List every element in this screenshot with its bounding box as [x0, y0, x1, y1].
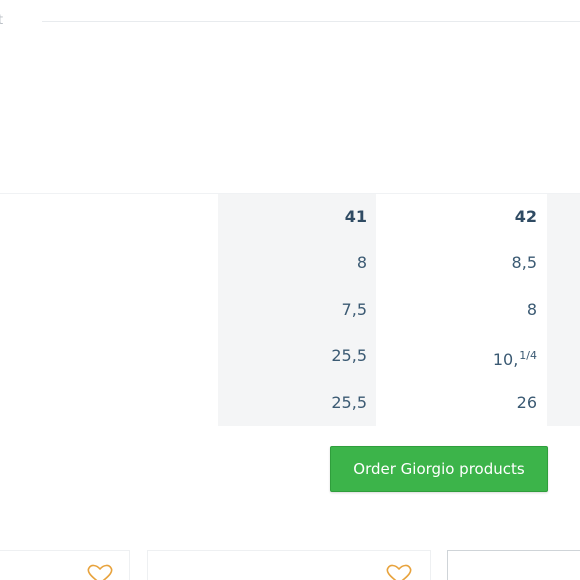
- table-cell: 7,5: [341, 299, 367, 319]
- tab-underline: [42, 21, 580, 22]
- table-cell: 10,1/4: [376, 333, 537, 379]
- table-cell: 26: [516, 392, 537, 412]
- column-header-42: 42: [514, 207, 537, 226]
- page: t 41 42 8 8,5 7,5 8 25,5 10,1/4 25,5 26 …: [0, 0, 580, 580]
- column-header-41: 41: [344, 207, 367, 226]
- table-cell: 25,5: [331, 346, 367, 366]
- product-card[interactable]: [147, 550, 431, 580]
- cell-value: 10,: [492, 350, 519, 370]
- table-cell: 8: [526, 299, 537, 319]
- tab-label[interactable]: t: [0, 13, 3, 28]
- table-row: 25,5 10,1/4: [0, 333, 580, 379]
- table-row: 25,5 26: [0, 380, 580, 426]
- order-products-button[interactable]: Order Giorgio products: [330, 446, 548, 492]
- table-row: 7,5 8: [0, 287, 580, 333]
- cell-fraction: 1/4: [519, 349, 537, 363]
- product-card[interactable]: [0, 550, 130, 580]
- size-table: 41 42 8 8,5 7,5 8 25,5 10,1/4 25,5 26: [0, 194, 580, 426]
- heart-icon[interactable]: [85, 563, 115, 580]
- table-cell: 8: [356, 253, 367, 273]
- table-cell: 25,5: [331, 392, 367, 412]
- table-cell: 8,5: [511, 253, 537, 273]
- table-row: 8 8,5: [0, 240, 580, 286]
- product-card[interactable]: [447, 550, 580, 580]
- heart-icon[interactable]: [384, 563, 414, 580]
- table-header-row: 41 42: [0, 194, 580, 240]
